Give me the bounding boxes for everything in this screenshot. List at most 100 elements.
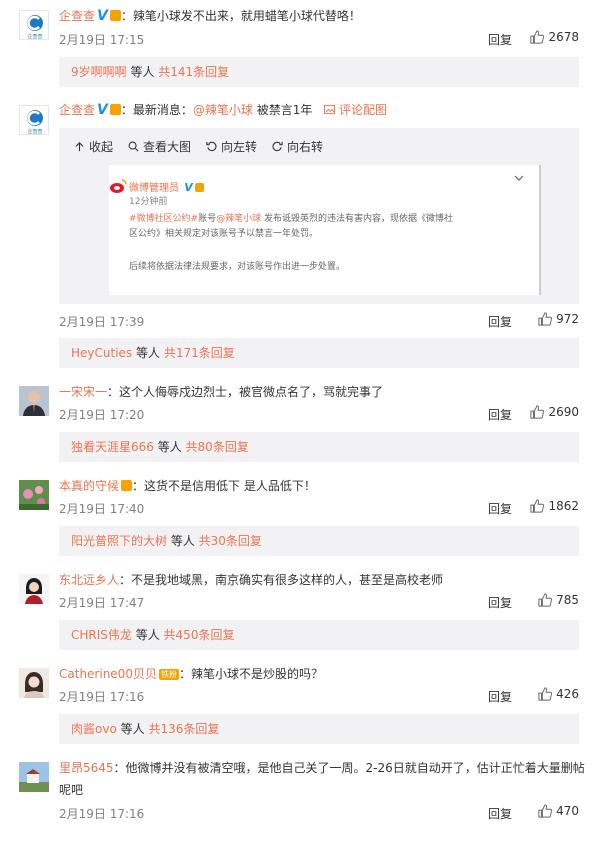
- image-toolbar: 收起 查看大图 向左转 向右转: [74, 138, 323, 155]
- like-count: 1862: [548, 499, 579, 513]
- avatar[interactable]: 企查查: [19, 10, 49, 40]
- image-preview: 收起 查看大图 向左转 向右转 微博管理员 V 12分钟前 #微博社区公约#账号…: [59, 128, 579, 304]
- collapse-icon: [75, 142, 84, 152]
- sub-replies[interactable]: CHRIS伟龙 等人 共450条回复: [59, 620, 579, 650]
- post-time: 12分钟前: [129, 197, 168, 207]
- vip-badge-icon: [194, 183, 204, 192]
- avatar[interactable]: 企查查: [19, 105, 49, 135]
- svg-text:企查查: 企查查: [27, 128, 42, 135]
- reply-button[interactable]: 回复: [488, 406, 512, 423]
- view-large-button[interactable]: 查看大图: [128, 138, 191, 155]
- like-button[interactable]: 785: [538, 593, 579, 607]
- like-count: 470: [556, 804, 579, 818]
- sub-replies[interactable]: 肉酱ovo 等人 共136条回复: [59, 714, 579, 744]
- search-icon: [128, 141, 139, 152]
- username[interactable]: 一宋宋一: [59, 385, 107, 399]
- thumbs-up-icon: [530, 30, 545, 44]
- vip-badge-icon: [109, 104, 121, 115]
- rotate-left-button[interactable]: 向左转: [206, 138, 257, 155]
- comment-text: ：这货不是信用低下 是人品低下！: [132, 479, 316, 493]
- username[interactable]: 东北远乡人: [59, 573, 119, 587]
- avatar[interactable]: [19, 668, 49, 698]
- comment-item: 里昂5645：他微博并没有被清空哦，是他自己关了一周。2-26日就自动开了，估计…: [0, 756, 598, 841]
- vip-badge-icon: [121, 480, 133, 491]
- like-button[interactable]: 1862: [530, 499, 579, 513]
- verified-icon: V: [184, 181, 193, 194]
- comment-text-cont: 呢吧: [59, 783, 84, 797]
- like-count: 2678: [548, 30, 579, 44]
- thumbs-up-icon: [538, 593, 553, 607]
- like-button[interactable]: 972: [538, 312, 579, 326]
- thumbs-up-icon: [538, 687, 553, 701]
- embedded-post: 微博管理员 V 12分钟前 #微博社区公约#账号@辣笔小球 发布诋毁英烈的违法有…: [109, 165, 541, 295]
- comment-item: 东北远乡人：不是我地域黑，南京确实有很多这样的人，甚至是高校老师 2月19日 1…: [0, 568, 598, 658]
- thumbs-up-icon: [530, 499, 545, 513]
- account-name[interactable]: 微博管理员: [129, 183, 179, 194]
- sub-replies[interactable]: 独看天涯星666 等人 共80条回复: [59, 432, 579, 462]
- vip-badge-icon: [109, 10, 121, 21]
- comment-item: 一宋宋一：这个人侮辱戍边烈士，被官微点名了，骂就完事了 2月19日 17:20 …: [0, 380, 598, 470]
- like-count: 2690: [548, 405, 579, 419]
- comment-item: Catherine00贝贝 铁粉 ：辣笔小球不是炒股的吗？ 2月19日 17:16 …: [0, 662, 598, 752]
- rotate-left-icon: [206, 141, 217, 152]
- verified-icon: V: [97, 8, 108, 24]
- avatar[interactable]: [19, 762, 49, 792]
- username[interactable]: 里昂5645: [59, 761, 114, 775]
- verified-icon: V: [97, 102, 108, 118]
- rotate-right-button[interactable]: 向右转: [272, 138, 323, 155]
- comment-text: ：这个人侮辱戍边烈士，被官微点名了，骂就完事了: [107, 385, 384, 399]
- thumbs-up-icon: [530, 405, 545, 419]
- like-count: 426: [556, 687, 579, 701]
- like-button[interactable]: 2690: [530, 405, 579, 419]
- reply-button[interactable]: 回复: [488, 31, 512, 48]
- post-text-2: 后续将依据法律法规要求，对该账号作出进一步处置。: [129, 262, 346, 272]
- like-button[interactable]: 2678: [530, 30, 579, 44]
- comment-date: 2月19日 17:16: [59, 807, 145, 821]
- username[interactable]: 企查查: [59, 9, 95, 23]
- reply-button[interactable]: 回复: [488, 313, 512, 330]
- reply-button[interactable]: 回复: [488, 500, 512, 517]
- thumbs-up-icon: [538, 804, 553, 818]
- comment-item: 企查查 企查查 V ：最新消息：@辣笔小球 被禁言1年 评论配图 收起 查看大图 向…: [0, 100, 598, 370]
- comment-text: ：最新消息：: [120, 103, 193, 117]
- fan-badge: 铁粉: [158, 669, 179, 680]
- comment-date: 2月19日 17:15: [59, 33, 145, 47]
- like-count: 972: [556, 312, 579, 326]
- like-button[interactable]: 426: [538, 687, 579, 701]
- avatar[interactable]: [19, 480, 49, 510]
- rotate-right-icon: [272, 141, 283, 152]
- username[interactable]: Catherine00贝贝: [59, 667, 157, 681]
- comment-date: 2月19日 17:40: [59, 502, 145, 516]
- like-count: 785: [556, 593, 579, 607]
- reply-button[interactable]: 回复: [488, 805, 512, 822]
- username[interactable]: 本真的守候: [59, 479, 119, 493]
- chevron-down-icon[interactable]: [514, 173, 524, 183]
- thumbs-up-icon: [538, 312, 553, 326]
- like-button[interactable]: 470: [538, 804, 579, 818]
- image-icon: [324, 104, 336, 115]
- collapse-button[interactable]: 收起: [74, 138, 113, 155]
- comment-text: ：辣笔小球发不出来，就用蜡笔小球代替咯！: [120, 9, 361, 23]
- comment-date: 2月19日 17:39: [59, 315, 145, 329]
- reply-button[interactable]: 回复: [488, 688, 512, 705]
- svg-text:企查查: 企查查: [27, 33, 42, 40]
- comment-item: 本真的守候 ：这货不是信用低下 是人品低下！ 2月19日 17:40 回复 186…: [0, 474, 598, 564]
- avatar[interactable]: [19, 386, 49, 416]
- comment-date: 2月19日 17:47: [59, 596, 145, 610]
- mention-link[interactable]: @辣笔小球: [193, 103, 253, 117]
- comment-text: ：辣笔小球不是炒股的吗？: [178, 667, 323, 681]
- pic-link[interactable]: 评论配图: [324, 103, 387, 117]
- comment-date: 2月19日 17:16: [59, 690, 145, 704]
- sub-replies[interactable]: 阳光普照下的大树 等人 共30条回复: [59, 526, 579, 556]
- reply-button[interactable]: 回复: [488, 594, 512, 611]
- sub-replies[interactable]: 9岁啊啊啊 等人 共141条回复: [59, 57, 579, 87]
- avatar[interactable]: [19, 574, 49, 604]
- comment-date: 2月19日 17:20: [59, 408, 145, 422]
- comment-item: 企查查 企查查 V ：辣笔小球发不出来，就用蜡笔小球代替咯！ 2月19日 17:15…: [0, 0, 598, 90]
- comment-text: ：他微博并没有被清空哦，是他自己关了一周。2-26日就自动开了，估计正忙着大量删…: [113, 761, 585, 775]
- sub-replies[interactable]: HeyCuties 等人 共171条回复: [59, 338, 579, 368]
- username[interactable]: 企查查: [59, 103, 95, 117]
- weibo-logo-icon: [109, 177, 127, 195]
- post-text: #微博社区公约#账号@辣笔小球 发布诋毁英烈的违法有害内容，现依据《微博社 区公…: [129, 214, 453, 239]
- comment-text: ：不是我地域黑，南京确实有很多这样的人，甚至是高校老师: [119, 573, 444, 587]
